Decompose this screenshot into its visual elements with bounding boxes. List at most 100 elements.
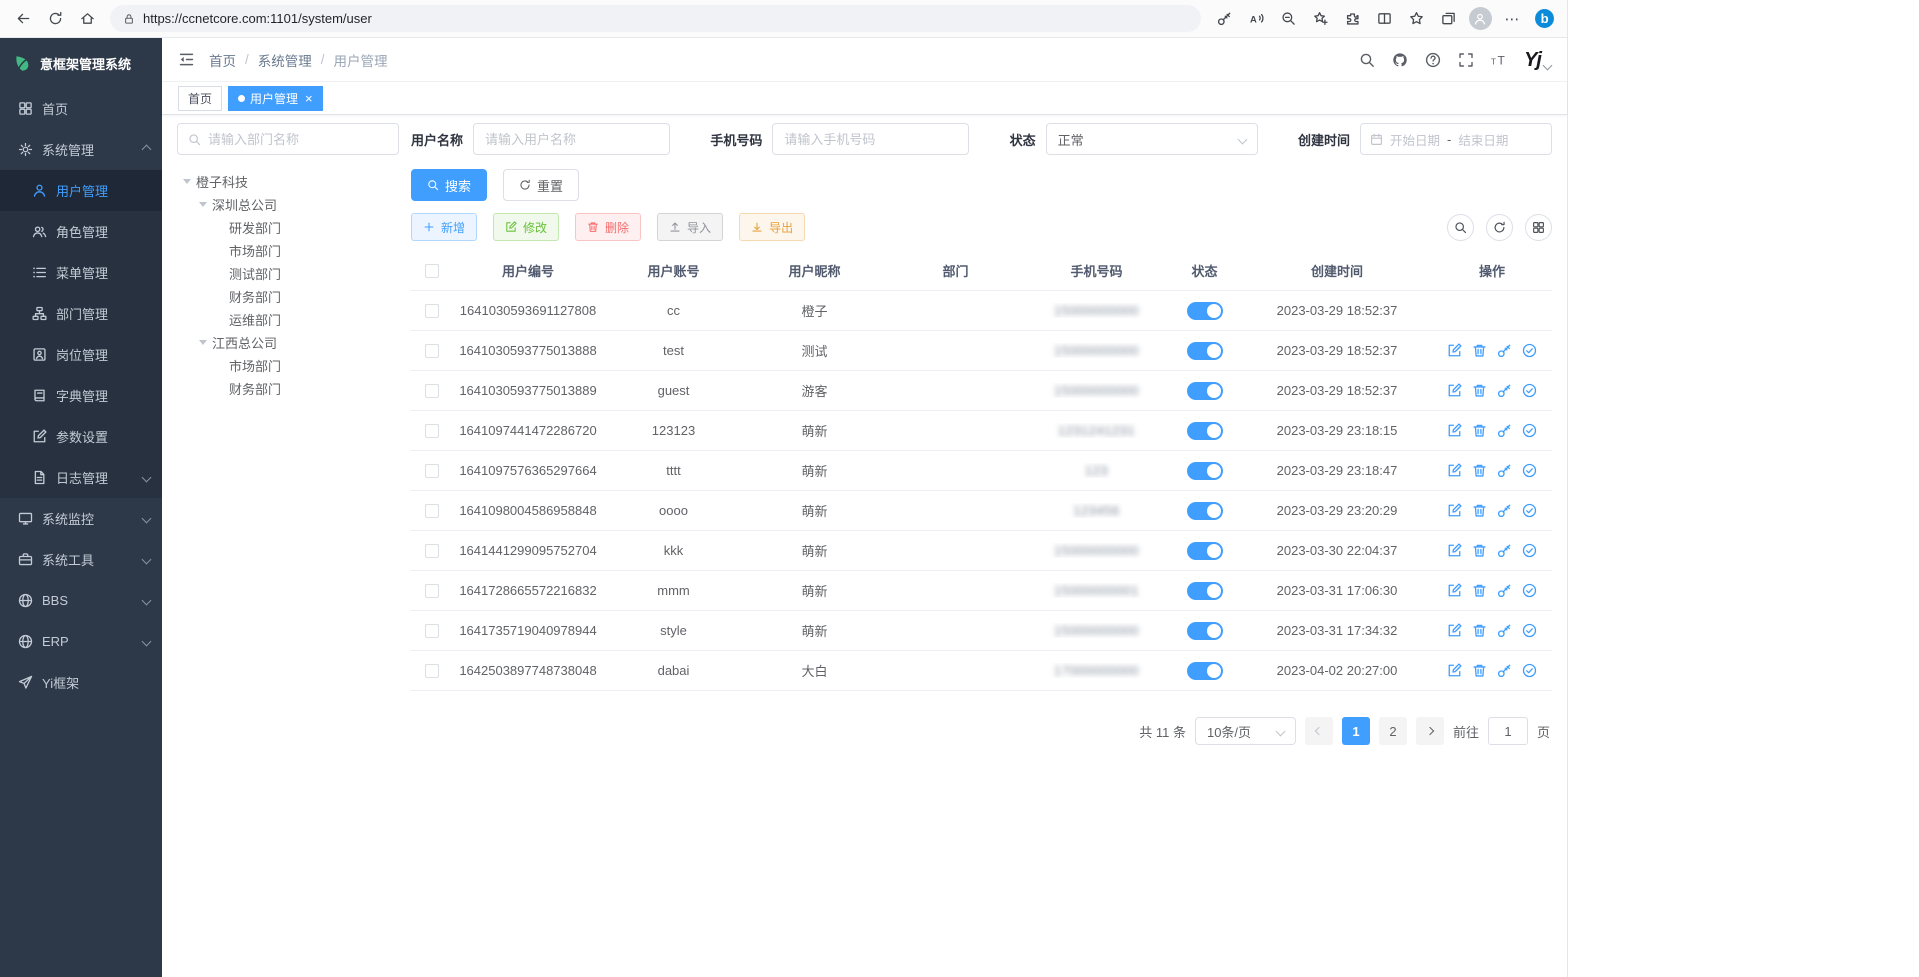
date-range-picker[interactable]: 开始日期 - 结束日期 [1360,123,1552,155]
favorites-icon[interactable] [1401,4,1431,34]
extensions-icon[interactable] [1337,4,1367,34]
font-size-icon[interactable]: TT [1491,52,1507,68]
status-toggle[interactable] [1187,542,1223,560]
browser-home-button[interactable] [72,4,102,34]
assign-role-row-button[interactable] [1522,663,1537,678]
sidebar-item-dept-management[interactable]: 部门管理 [0,293,162,334]
page-size-select[interactable]: 10条/页 [1195,717,1296,745]
reset-button[interactable]: 重置 [503,169,579,201]
dept-search-input[interactable] [208,132,388,147]
assign-role-row-button[interactable] [1522,423,1537,438]
edit-row-button[interactable] [1447,383,1462,398]
import-button[interactable]: 导入 [657,213,723,241]
saved-passwords-icon[interactable] [1209,4,1239,34]
reset-password-row-button[interactable] [1497,343,1512,358]
assign-role-row-button[interactable] [1522,383,1537,398]
collections-icon[interactable] [1433,4,1463,34]
delete-row-button[interactable] [1472,663,1487,678]
assign-role-row-button[interactable] [1522,463,1537,478]
status-toggle[interactable] [1187,582,1223,600]
add-button[interactable]: 新增 [411,213,477,241]
delete-row-button[interactable] [1472,623,1487,638]
edit-row-button[interactable] [1447,503,1462,518]
sidebar-item-dict-management[interactable]: 字典管理 [0,375,162,416]
page-button-2[interactable]: 2 [1379,717,1407,745]
assign-role-row-button[interactable] [1522,503,1537,518]
delete-row-button[interactable] [1472,463,1487,478]
sidebar-item-log-management[interactable]: 日志管理 [0,457,162,498]
sidebar-item-yi-framework[interactable]: Yi框架 [0,662,162,703]
search-button[interactable]: 搜索 [411,169,487,201]
tree-node[interactable]: 市场部门 [177,354,399,377]
assign-role-row-button[interactable] [1522,543,1537,558]
reset-password-row-button[interactable] [1497,543,1512,558]
column-settings-button[interactable] [1525,214,1552,241]
reset-password-row-button[interactable] [1497,463,1512,478]
tree-node[interactable]: 市场部门 [177,239,399,262]
edit-row-button[interactable] [1447,463,1462,478]
bing-icon[interactable]: b [1529,4,1559,34]
row-checkbox[interactable] [425,384,439,398]
reset-password-row-button[interactable] [1497,583,1512,598]
breadcrumb-item-system[interactable]: 系统管理 [258,50,312,70]
delete-row-button[interactable] [1472,543,1487,558]
username-input[interactable] [485,132,658,147]
edit-row-button[interactable] [1447,423,1462,438]
edit-row-button[interactable] [1447,583,1462,598]
status-toggle[interactable] [1187,302,1223,320]
tree-node[interactable]: 测试部门 [177,262,399,285]
export-button[interactable]: 导出 [739,213,805,241]
docs-help-icon[interactable] [1425,52,1441,68]
status-toggle[interactable] [1187,662,1223,680]
sidebar-item-role-management[interactable]: 角色管理 [0,211,162,252]
row-checkbox[interactable] [425,424,439,438]
header-search-icon[interactable] [1359,52,1375,68]
tree-node[interactable]: 研发部门 [177,216,399,239]
status-toggle[interactable] [1187,622,1223,640]
select-all-checkbox[interactable] [425,264,439,278]
row-checkbox[interactable] [425,544,439,558]
browser-back-button[interactable] [8,4,38,34]
reset-password-row-button[interactable] [1497,663,1512,678]
delete-row-button[interactable] [1472,503,1487,518]
tree-expand-icon[interactable] [199,340,207,345]
goto-page-input[interactable] [1488,717,1528,745]
reset-password-row-button[interactable] [1497,623,1512,638]
status-toggle[interactable] [1187,382,1223,400]
row-checkbox[interactable] [425,304,439,318]
sidebar-item-menu-management[interactable]: 菜单管理 [0,252,162,293]
edit-row-button[interactable] [1447,663,1462,678]
edit-row-button[interactable] [1447,343,1462,358]
refresh-table-button[interactable] [1486,214,1513,241]
collapse-sidebar-button[interactable] [178,51,195,68]
row-checkbox[interactable] [425,344,439,358]
delete-row-button[interactable] [1472,343,1487,358]
reset-password-row-button[interactable] [1497,423,1512,438]
breadcrumb-item-home[interactable]: 首页 [209,50,236,70]
read-aloud-icon[interactable]: A [1241,4,1271,34]
tree-node[interactable]: 财务部门 [177,285,399,308]
browser-address-bar[interactable]: https://ccnetcore.com:1101/system/user [110,5,1201,32]
sidebar-item-home[interactable]: 首页 [0,88,162,129]
tab-home[interactable]: 首页 [178,86,222,111]
tree-expand-icon[interactable] [183,179,191,184]
tree-node[interactable]: 财务部门 [177,377,399,400]
toggle-search-button[interactable] [1447,214,1474,241]
row-checkbox[interactable] [425,464,439,478]
page-button-1[interactable]: 1 [1342,717,1370,745]
sidebar-item-post-management[interactable]: 岗位管理 [0,334,162,375]
tree-node[interactable]: 运维部门 [177,308,399,331]
reset-password-row-button[interactable] [1497,503,1512,518]
status-toggle[interactable] [1187,502,1223,520]
browser-menu-icon[interactable]: ⋯ [1497,4,1527,34]
sidebar-item-erp[interactable]: ERP [0,621,162,662]
assign-role-row-button[interactable] [1522,343,1537,358]
reset-password-row-button[interactable] [1497,383,1512,398]
delete-button[interactable]: 删除 [575,213,641,241]
next-page-button[interactable] [1416,717,1444,745]
fullscreen-icon[interactable] [1458,52,1474,68]
browser-refresh-button[interactable] [40,4,70,34]
tab-user-management[interactable]: 用户管理 × [228,86,323,111]
zoom-icon[interactable] [1273,4,1303,34]
user-avatar-menu[interactable]: Yj [1524,50,1551,70]
